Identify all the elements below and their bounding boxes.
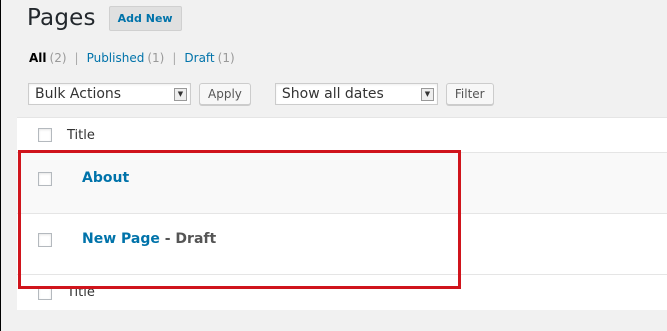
filter-all[interactable]: All (2) [29, 51, 67, 65]
page-title: Pages [27, 4, 96, 31]
page-header: Pages Add New [27, 4, 182, 31]
bulk-actions-value: Bulk Actions [35, 86, 122, 102]
apply-button[interactable]: Apply [199, 83, 251, 105]
filter-all-label: All [29, 51, 47, 65]
table-toolbar: Bulk Actions ▼ Apply Show all dates ▼ Fi… [28, 83, 494, 105]
select-all-checkbox-footer[interactable] [38, 285, 52, 300]
page-state: - Draft [159, 231, 217, 247]
title-column-header[interactable]: Title [67, 128, 95, 143]
table-row: New Page - Draft [17, 214, 667, 275]
date-filter-select[interactable]: Show all dates ▼ [274, 83, 438, 105]
page-title-text: About [82, 170, 130, 186]
select-all-checkbox[interactable] [38, 128, 52, 142]
row-checkbox[interactable] [38, 233, 52, 247]
page-title-text: New Page [82, 231, 160, 247]
filter-draft-count: (1) [217, 51, 235, 65]
filter-button[interactable]: Filter [445, 83, 494, 105]
date-filter-value: Show all dates [281, 86, 384, 102]
filter-draft[interactable]: Draft (1) [184, 51, 234, 65]
filter-published-label: Published [86, 51, 145, 65]
filter-all-count: (2) [49, 51, 67, 65]
pages-table: Title About New Page - Draft Title [17, 117, 667, 310]
filter-published-count: (1) [147, 51, 165, 65]
filter-published[interactable]: Published (1) [87, 51, 165, 65]
filter-separator: | [172, 51, 177, 65]
row-checkbox[interactable] [38, 172, 52, 186]
pages-admin-screen: Pages Add New All (2) | Published (1) | Dr… [0, 0, 667, 331]
page-title-link[interactable]: About [82, 170, 129, 186]
status-filters: All (2) | Published (1) | Draft (1) [29, 51, 235, 65]
title-column-footer[interactable]: Title [67, 285, 95, 300]
add-new-button[interactable]: Add New [108, 6, 182, 31]
chevron-down-icon: ▼ [174, 87, 187, 101]
table-footer-row: Title [17, 275, 667, 310]
table-header-row: Title [17, 118, 667, 153]
bulk-actions-select[interactable]: Bulk Actions ▼ [28, 83, 191, 105]
filter-draft-label: Draft [184, 51, 215, 65]
page-title-link[interactable]: New Page - Draft [82, 231, 216, 247]
window-edge [0, 0, 1, 331]
filter-separator: | [74, 51, 79, 65]
chevron-down-icon: ▼ [420, 87, 434, 101]
table-row: About [17, 153, 667, 214]
